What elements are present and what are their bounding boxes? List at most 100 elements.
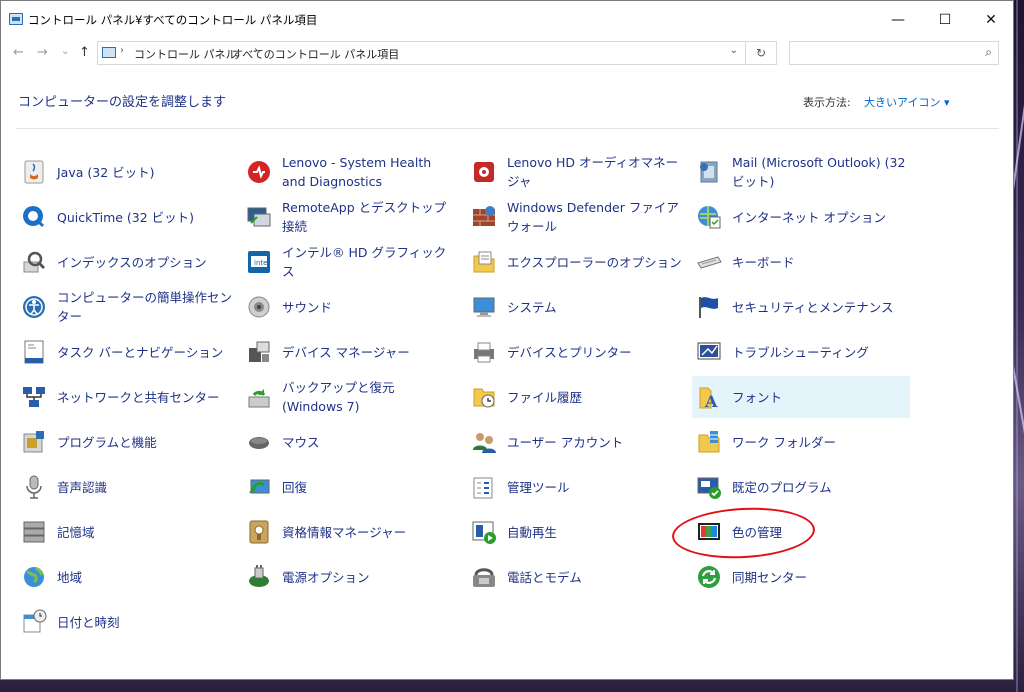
user-accounts-icon (470, 428, 498, 456)
audio-manager-icon (470, 158, 498, 186)
microphone-icon (20, 473, 48, 501)
control-panel-item[interactable]: 同期センター (692, 556, 910, 598)
taskbar-icon (20, 338, 48, 366)
item-label: Mail (Microsoft Outlook) (32 ビット) (732, 155, 906, 189)
credential-icon (245, 518, 273, 546)
remoteapp-icon (245, 203, 273, 231)
control-panel-item[interactable]: 音声認識 (17, 466, 235, 508)
control-panel-item[interactable]: 資格情報マネージャー (242, 511, 460, 553)
printer-icon (470, 338, 498, 366)
title-bar[interactable]: コントロール パネル¥すべてのコントロール パネル項目 — ☐ ✕ (1, 1, 1013, 39)
item-label: トラブルシューティング (732, 344, 869, 360)
item-label: QuickTime (32 ビット) (57, 209, 195, 225)
ease-of-access-icon (20, 293, 48, 321)
item-label: タスク バーとナビゲーション (57, 344, 224, 360)
admin-tools-icon (470, 473, 498, 501)
control-panel-item[interactable]: 記憶域 (17, 511, 235, 553)
control-panel-item[interactable]: Mail (Microsoft Outlook) (32 ビット) (692, 151, 910, 193)
control-panel-item[interactable]: 電源オプション (242, 556, 460, 598)
security-flag-icon (695, 293, 723, 321)
control-panel-item[interactable]: 回復 (242, 466, 460, 508)
control-panel-item[interactable]: ワーク フォルダー (692, 421, 910, 463)
network-icon (20, 383, 48, 411)
item-label: 自動再生 (507, 524, 558, 540)
item-label: 音声認識 (57, 479, 108, 495)
control-panel-item[interactable]: QuickTime (32 ビット) (17, 196, 235, 238)
intel-graphics-icon: intel (245, 248, 273, 276)
minimize-button[interactable]: — (876, 7, 920, 33)
item-label: フォント (732, 389, 783, 405)
item-label: Windows Defender ファイアウォール (507, 200, 679, 234)
keyboard-icon (695, 248, 723, 276)
item-label: 記憶域 (57, 524, 95, 540)
maximize-button[interactable]: ☐ (923, 7, 967, 33)
item-label: バックアップと復元 (Windows 7) (282, 380, 395, 414)
item-label: ユーザー アカウント (507, 434, 624, 450)
control-panel-item[interactable]: バックアップと復元 (Windows 7) (242, 376, 460, 418)
item-label: RemoteApp とデスクトップ接続 (282, 200, 447, 234)
control-panel-item[interactable]: トラブルシューティング (692, 331, 910, 373)
control-panel-item[interactable]: マウス (242, 421, 460, 463)
control-panel-item[interactable]: 電話とモデム (467, 556, 685, 598)
forward-arrow-icon[interactable]: → (37, 45, 48, 60)
control-panel-item[interactable]: 既定のプログラム (692, 466, 910, 508)
control-panel-item[interactable]: プログラムと機能 (17, 421, 235, 463)
control-panel-item[interactable]: ネットワークと共有センター (17, 376, 235, 418)
control-panel-item[interactable]: セキュリティとメンテナンス (692, 286, 910, 328)
chevron-down-icon[interactable]: ⌄ (730, 45, 738, 56)
control-panel-item[interactable]: タスク バーとナビゲーション (17, 331, 235, 373)
back-arrow-icon[interactable]: ← (13, 45, 24, 60)
item-label: デバイスとプリンター (507, 344, 632, 360)
firewall-icon (470, 203, 498, 231)
close-button[interactable]: ✕ (969, 7, 1013, 33)
address-bar[interactable]: › コントロール パネル › すべてのコントロール パネル項目 ⌄ ↻ (97, 41, 777, 65)
item-label: 回復 (282, 479, 308, 495)
control-panel-item[interactable]: A フォント (692, 376, 910, 418)
control-panel-item[interactable]: 日付と時刻 (17, 601, 235, 643)
breadcrumb-all-items[interactable]: すべてのコントロール パネル項目 (232, 46, 399, 62)
control-panel-item[interactable]: エクスプローラーのオプション (467, 241, 685, 283)
item-label: デバイス マネージャー (282, 344, 410, 360)
search-input[interactable]: ⌕ (789, 41, 999, 65)
up-arrow-icon[interactable]: ↑ (79, 45, 90, 60)
control-panel-item[interactable]: 自動再生 (467, 511, 685, 553)
control-panel-item[interactable]: Java (32 ビット) (17, 151, 235, 193)
phone-modem-icon (470, 563, 498, 591)
default-programs-icon (695, 473, 723, 501)
view-by-dropdown[interactable]: 大きいアイコン ▾ (864, 94, 949, 110)
item-label: システム (507, 299, 557, 315)
breadcrumb-control-panel[interactable]: コントロール パネル (134, 46, 237, 62)
internet-options-icon (695, 203, 723, 231)
control-panel-item[interactable]: デバイスとプリンター (467, 331, 685, 373)
control-panel-item[interactable]: ファイル履歴 (467, 376, 685, 418)
control-panel-item[interactable]: デバイス マネージャー (242, 331, 460, 373)
control-panel-item[interactable]: 管理ツール (467, 466, 685, 508)
recent-locations-icon[interactable]: ⌄ (61, 46, 69, 57)
control-panel-item[interactable]: Lenovo - System Health and Diagnostics (242, 151, 460, 193)
control-panel-item[interactable]: インデックスのオプション (17, 241, 235, 283)
date-time-icon (20, 608, 48, 636)
control-panel-item[interactable]: 地域 (17, 556, 235, 598)
control-panel-item[interactable]: Windows Defender ファイアウォール (467, 196, 685, 238)
control-panel-item[interactable]: コンピューターの簡単操作センター (17, 286, 235, 328)
work-folders-icon (695, 428, 723, 456)
control-panel-item[interactable]: サウンド (242, 286, 460, 328)
control-panel-item[interactable]: RemoteApp とデスクトップ接続 (242, 196, 460, 238)
control-panel-window: コントロール パネル¥すべてのコントロール パネル項目 — ☐ ✕ ← → ⌄ … (0, 0, 1014, 680)
control-panel-item[interactable]: Lenovo HD オーディオマネージャ (467, 151, 685, 193)
control-panel-item[interactable]: システム (467, 286, 685, 328)
font-icon: A (695, 383, 723, 411)
item-label: 電話とモデム (507, 569, 582, 585)
control-panel-item[interactable]: intel インテル® HD グラフィックス (242, 241, 460, 283)
control-panel-item[interactable]: キーボード (692, 241, 910, 283)
refresh-icon[interactable]: ↻ (745, 42, 776, 64)
lenovo-health-icon (245, 158, 273, 186)
item-label: サウンド (282, 299, 333, 315)
backup-icon (245, 383, 273, 411)
quicktime-icon (20, 203, 48, 231)
control-panel-item[interactable]: ユーザー アカウント (467, 421, 685, 463)
item-label: Java (32 ビット) (57, 164, 155, 180)
explorer-options-icon (470, 248, 498, 276)
control-panel-item[interactable]: インターネット オプション (692, 196, 910, 238)
sync-center-icon (695, 563, 723, 591)
